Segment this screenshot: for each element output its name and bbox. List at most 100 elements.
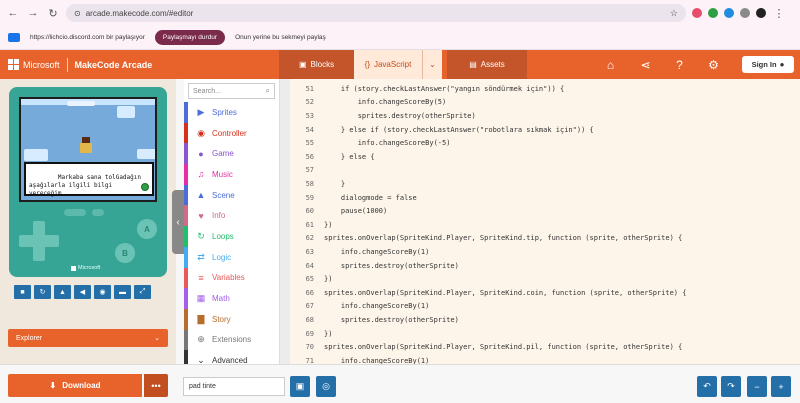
share-site-text: https://lichcio.discord.com bir paylaşıy… [30, 34, 145, 41]
home-icon[interactable]: ⌂ [603, 57, 618, 72]
toolbox-category-loops[interactable]: ↻ Loops [184, 226, 279, 247]
zoom-out-icon[interactable]: − [747, 376, 767, 397]
gamepad-icon[interactable]: ▬ [114, 285, 131, 299]
logic-icon: ⇄ [197, 251, 205, 262]
github-icon[interactable]: ◎ [316, 376, 336, 397]
console-brand: Microsoft [71, 265, 100, 271]
app-title[interactable]: MakeCode Arcade [75, 60, 153, 70]
cloud-sprite [117, 106, 135, 118]
sign-in-button[interactable]: Sign In ● [742, 56, 794, 73]
site-info-icon[interactable]: ⊙ [74, 9, 81, 18]
toolbox-category-extensions[interactable]: ⊕ Extensions [184, 329, 279, 351]
forward-icon[interactable]: → [26, 6, 40, 20]
line-number: 51 [305, 84, 314, 93]
code-text: info.changeScoreBy(1) [324, 302, 430, 311]
explorer-label: Explorer [16, 334, 43, 342]
project-name-input[interactable]: pad tinte [183, 377, 285, 396]
code-line: 51 if (story.checkLastAnswer("yangın sön… [290, 82, 800, 96]
extension-icon[interactable] [692, 8, 702, 18]
save-icon[interactable]: ▣ [290, 376, 310, 397]
tab-blocks[interactable]: ▣ Blocks [279, 50, 354, 79]
toolbox-category-info[interactable]: ♥ Info [184, 205, 279, 227]
toolbox-category-music[interactable]: ♫ Music [184, 164, 279, 185]
a-button[interactable]: A [137, 219, 157, 239]
restart-icon[interactable]: ↻ [34, 285, 51, 299]
cloud-sprite [67, 101, 95, 106]
code-text: info.changeScoreBy(1) [324, 356, 430, 364]
bottom-bar: ⬇ Download ••• pad tinte ▣ ◎ ↶ ↷ − + [0, 364, 800, 403]
code-text: } else if (story.checkLastAnswer("robotl… [324, 125, 594, 134]
tab-javascript[interactable]: {} JavaScript [354, 50, 422, 79]
toolbox-category-story[interactable]: ▇ Story [184, 308, 279, 330]
line-number: 66 [305, 288, 314, 297]
address-bar[interactable]: ⊙ arcade.makecode.com/#editor ☆ [66, 4, 686, 22]
line-number: 52 [305, 98, 314, 107]
console-brand-label: Microsoft [78, 265, 101, 271]
code-text: }) [324, 329, 333, 338]
line-number: 60 [305, 207, 314, 216]
profile-avatar[interactable] [756, 8, 766, 18]
download-more-button[interactable]: ••• [144, 374, 168, 397]
toolbox-category-game[interactable]: ● Game [184, 143, 279, 165]
code-text: } [324, 179, 346, 188]
dialog-text: Markaba sana tolGadağın aşağılarla ilgil… [29, 174, 141, 197]
line-number: 57 [305, 166, 314, 175]
menu-button[interactable] [64, 209, 86, 216]
microsoft-logo[interactable]: Microsoft [0, 59, 60, 70]
toolbox-search-input[interactable]: Search... ⌕ [188, 83, 275, 99]
toolbox-category-advanced[interactable]: ⌄ Advanced [184, 350, 279, 364]
line-number: 62 [305, 234, 314, 243]
header-divider [66, 57, 68, 72]
collapse-simulator-icon[interactable]: ‹ [172, 190, 184, 254]
redo-icon[interactable]: ↷ [721, 376, 741, 397]
code-text: sprites.destroy(otherSprite) [324, 111, 476, 120]
code-editor[interactable]: 51 if (story.checkLastAnswer("yangın sön… [290, 79, 800, 364]
star-icon[interactable]: ☆ [670, 8, 678, 19]
line-number: 69 [305, 329, 314, 338]
toolbox-category-sprites[interactable]: ▶ Sprites [184, 102, 279, 123]
fullscreen-icon[interactable]: ⤢ [134, 285, 151, 299]
dpad-control[interactable] [19, 221, 59, 261]
code-line: 59 dialogmode = false [290, 191, 800, 205]
code-line: 60 pause(1000) [290, 204, 800, 218]
tab-assets[interactable]: ▤ Assets [447, 50, 527, 79]
toolbox-category-scene[interactable]: ▲ Scene [184, 184, 279, 206]
debug-icon[interactable]: ▲ [54, 285, 71, 299]
reload-icon[interactable]: ↻ [46, 6, 60, 20]
language-dropdown[interactable]: ⌄ [422, 50, 442, 79]
mute-icon[interactable]: ◀ [74, 285, 91, 299]
code-line: 66 sprites.onOverlap(SpriteKind.Player, S… [290, 286, 800, 300]
platform-sprite [137, 149, 155, 159]
kebab-menu-icon[interactable]: ⋮ [772, 6, 786, 20]
stop-icon[interactable]: ■ [14, 285, 31, 299]
toolbox-category-controller[interactable]: ◉ Controller [184, 122, 279, 144]
slowmo-icon[interactable]: ◉ [94, 285, 111, 299]
code-line: 57 [290, 164, 800, 178]
undo-icon[interactable]: ↶ [697, 376, 717, 397]
extension-icon[interactable] [724, 8, 734, 18]
toolbox-category-logic[interactable]: ⇄ Logic [184, 246, 279, 268]
zoom-in-icon[interactable]: + [771, 376, 791, 397]
toolbox-category-variables[interactable]: ≡ Variables [184, 267, 279, 289]
code-text: }) [324, 220, 333, 229]
stop-sharing-button[interactable]: Paylaşmayı durdur [154, 30, 226, 45]
help-icon[interactable]: ? [672, 57, 687, 72]
back-icon[interactable]: ← [6, 6, 20, 20]
extension-icon[interactable] [708, 8, 718, 18]
share-icon[interactable]: ⋖ [638, 57, 653, 72]
dialog-next-icon[interactable] [141, 183, 149, 191]
download-button[interactable]: ⬇ Download [8, 374, 142, 397]
explorer-toggle[interactable]: Explorer ⌄ [8, 329, 168, 347]
app-header: Microsoft MakeCode Arcade ▣ Blocks {} Ja… [0, 50, 800, 79]
toolbox-scrollbar[interactable] [280, 79, 290, 364]
share-this-tab-link[interactable]: Onun yerine bu sekmeyi paylaş [235, 34, 326, 41]
extension-icon[interactable] [740, 8, 750, 18]
code-line: 67 info.changeScoreBy(1) [290, 300, 800, 314]
category-label: Math [212, 294, 230, 304]
settings-gear-icon[interactable]: ⚙ [706, 57, 721, 72]
game-screen[interactable]: Markaba sana tolGadağın aşağılarla ilgil… [19, 97, 157, 202]
toolbox-category-math[interactable]: ▦ Math [184, 288, 279, 309]
select-button[interactable] [92, 209, 104, 216]
b-button[interactable]: B [115, 243, 135, 263]
code-text: }) [324, 275, 333, 284]
